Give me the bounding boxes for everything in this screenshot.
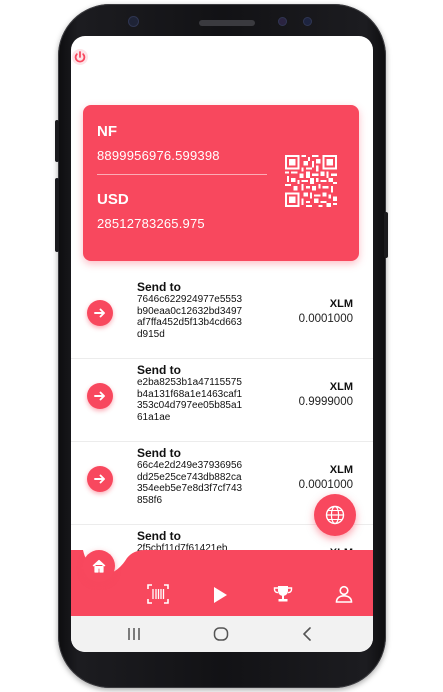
transaction-address: e2ba8253b1a47115575b4a131f68a1e1463caf13… — [137, 377, 243, 423]
volume-up-button — [55, 120, 59, 162]
trophy-icon[interactable] — [273, 585, 293, 608]
transaction-asset: XLM — [329, 464, 353, 476]
card-divider — [97, 174, 267, 175]
recents-icon[interactable] — [127, 627, 141, 646]
play-icon[interactable] — [212, 586, 228, 609]
iris-sensor — [303, 17, 312, 26]
earpiece-speaker — [199, 20, 255, 26]
transaction-asset: XLM — [329, 381, 353, 393]
power-button — [384, 212, 388, 258]
user-icon[interactable] — [335, 585, 353, 608]
transaction-asset: XLM — [329, 298, 353, 310]
globe-fab-button[interactable] — [314, 494, 356, 536]
power-icon[interactable] — [71, 48, 89, 66]
barcode-scan-icon[interactable] — [147, 584, 169, 609]
bottom-navigation — [71, 550, 373, 616]
home-icon[interactable] — [83, 550, 115, 582]
arrow-right-icon[interactable] — [87, 466, 113, 492]
secondary-amount: 28512783265.975 — [97, 216, 205, 231]
transaction-label: Send to — [137, 363, 181, 377]
transaction-address: 66c4e2d249e37936956dd25e25ce743db882ca35… — [137, 460, 243, 506]
transaction-label: Send to — [137, 446, 181, 460]
volume-down-button — [55, 178, 59, 252]
transaction-amount: 0.0001000 — [298, 479, 353, 491]
app-screen: NF 8899956976.599398 USD 28512783265.975 — [71, 36, 373, 652]
arrow-right-icon[interactable] — [87, 383, 113, 409]
transaction-label: Send to — [137, 280, 181, 294]
qr-code-icon[interactable] — [285, 155, 337, 207]
balance-card: NF 8899956976.599398 USD 28512783265.975 — [83, 105, 359, 261]
back-icon[interactable] — [302, 627, 312, 646]
transaction-row[interactable]: Send to e2ba8253b1a47115575b4a131f68a1e1… — [71, 359, 373, 442]
system-home-icon[interactable] — [213, 627, 229, 646]
transaction-label: Send to — [137, 529, 181, 543]
secondary-currency: USD — [97, 191, 129, 208]
transaction-amount: 0.9999000 — [298, 396, 353, 408]
front-camera — [128, 16, 139, 27]
sensor — [278, 17, 287, 26]
globe-icon — [325, 505, 345, 525]
transaction-address: 7646c622924977e5553b90eaa0c12632bd3497af… — [137, 294, 243, 340]
primary-currency: NF — [97, 123, 117, 140]
system-navigation-bar — [71, 616, 373, 652]
transaction-amount: 0.0001000 — [298, 313, 353, 325]
primary-amount: 8899956976.599398 — [97, 148, 220, 163]
transaction-row[interactable]: Send to 7646c622924977e5553b90eaa0c12632… — [71, 276, 373, 359]
arrow-right-icon[interactable] — [87, 300, 113, 326]
